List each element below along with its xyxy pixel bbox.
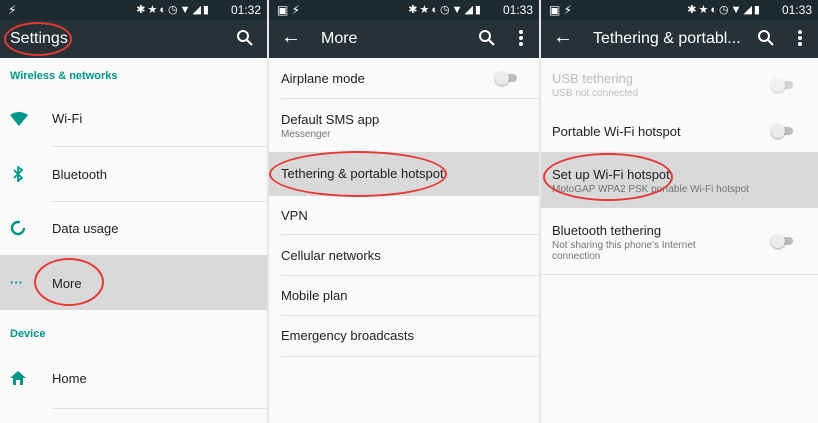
status-bar: ⚡ ✱★◐◷▼◢▮ 01:32 bbox=[0, 0, 267, 20]
back-arrow-icon[interactable]: ← bbox=[281, 26, 301, 49]
item-sublabel: Messenger bbox=[281, 129, 331, 140]
item-sublabel: MotoGAP WPA2 PSK portable Wi-Fi hotspot bbox=[552, 184, 749, 195]
page-title: Settings bbox=[10, 30, 68, 47]
toggle-thumb bbox=[771, 124, 785, 138]
app-toolbar: ← More bbox=[269, 20, 539, 58]
data-usage-icon bbox=[10, 220, 26, 236]
notification-icon: ▣ ⚡ bbox=[549, 3, 573, 17]
item-label: Emergency broadcasts bbox=[281, 328, 414, 343]
toggle-thumb bbox=[771, 234, 785, 248]
more-item-default-sms[interactable]: Default SMS app Messenger bbox=[269, 99, 539, 151]
status-clock: 01:33 bbox=[781, 3, 812, 17]
search-icon[interactable] bbox=[235, 28, 255, 48]
item-label: Cellular networks bbox=[281, 248, 381, 263]
status-icons: ✱★◐◷▼◢▮ bbox=[408, 4, 483, 16]
divider bbox=[52, 408, 267, 409]
overflow-menu-icon[interactable] bbox=[794, 26, 806, 50]
toggle-thumb bbox=[495, 71, 509, 85]
settings-item-label: Data usage bbox=[52, 221, 119, 236]
app-toolbar: ← Tethering & portabl... bbox=[541, 20, 818, 58]
item-label: Bluetooth tethering bbox=[552, 223, 662, 238]
more-item-emergency[interactable]: Emergency broadcasts bbox=[269, 316, 539, 356]
tethering-panel: ▣ ⚡ ✱★◐◷▼◢▮ 01:33 ← Tethering & portabl.… bbox=[541, 0, 818, 423]
toggle-thumb bbox=[771, 78, 785, 92]
more-item-airplane-mode[interactable]: Airplane mode bbox=[269, 58, 539, 98]
status-clock: 01:33 bbox=[502, 3, 533, 17]
section-header-device: Device bbox=[10, 328, 46, 340]
tether-item-portable-hotspot[interactable]: Portable Wi-Fi hotspot bbox=[541, 110, 818, 152]
app-toolbar: Settings bbox=[0, 20, 267, 58]
item-label: Airplane mode bbox=[281, 71, 365, 86]
more-item-tethering[interactable]: Tethering & portable hotspot bbox=[269, 152, 539, 196]
item-label: USB tethering bbox=[552, 71, 633, 86]
status-icons: ✱★◐◷▼◢▮ bbox=[136, 4, 211, 16]
tether-item-bluetooth[interactable]: Bluetooth tethering Not sharing this pho… bbox=[541, 208, 818, 274]
status-icons: ✱★◐◷▼◢▮ bbox=[687, 4, 762, 16]
settings-item-more[interactable]: ··· More bbox=[0, 255, 267, 310]
settings-item-wifi[interactable]: Wi-Fi bbox=[0, 92, 267, 146]
status-bar: ▣ ⚡ ✱★◐◷▼◢▮ 01:33 bbox=[541, 0, 818, 20]
item-label: Default SMS app bbox=[281, 112, 380, 127]
status-clock: 01:32 bbox=[230, 3, 261, 17]
settings-item-bluetooth[interactable]: Bluetooth bbox=[0, 147, 267, 201]
status-bar: ▣ ⚡ ✱★◐◷▼◢▮ 01:33 bbox=[269, 0, 539, 20]
notification-icon: ▣ ⚡ bbox=[277, 3, 301, 17]
airplane-mode-toggle[interactable] bbox=[495, 71, 519, 85]
bluetooth-icon bbox=[13, 166, 24, 182]
item-label: Tethering & portable hotspot bbox=[281, 166, 444, 181]
divider bbox=[281, 356, 539, 357]
tether-item-usb: USB tethering USB not connected bbox=[541, 58, 818, 110]
bluetooth-tethering-toggle[interactable] bbox=[771, 234, 795, 248]
home-icon bbox=[10, 371, 26, 385]
divider bbox=[541, 274, 818, 275]
search-icon[interactable] bbox=[477, 28, 497, 48]
more-item-mobile-plan[interactable]: Mobile plan bbox=[269, 276, 539, 315]
notification-icon: ⚡ bbox=[8, 3, 17, 17]
page-title: More bbox=[321, 30, 358, 47]
settings-item-label: Wi-Fi bbox=[52, 111, 83, 126]
settings-item-label: More bbox=[52, 276, 82, 291]
settings-item-label: Home bbox=[52, 371, 87, 386]
more-dots-icon: ··· bbox=[10, 275, 23, 290]
item-label: Portable Wi-Fi hotspot bbox=[552, 124, 681, 139]
more-item-cellular[interactable]: Cellular networks bbox=[269, 235, 539, 275]
item-label: Set up Wi-Fi hotspot bbox=[552, 167, 670, 182]
search-icon[interactable] bbox=[756, 28, 776, 48]
overflow-menu-icon[interactable] bbox=[515, 26, 527, 50]
portable-hotspot-toggle[interactable] bbox=[771, 124, 795, 138]
wifi-icon bbox=[10, 112, 28, 126]
item-sublabel: Not sharing this phone's Internet connec… bbox=[552, 240, 696, 262]
usb-tethering-toggle bbox=[771, 78, 795, 92]
section-header-wireless: Wireless & networks bbox=[10, 70, 118, 82]
settings-item-label: Bluetooth bbox=[52, 167, 107, 182]
item-label: Mobile plan bbox=[281, 288, 348, 303]
settings-panel: ⚡ ✱★◐◷▼◢▮ 01:32 Settings Wireless & netw… bbox=[0, 0, 267, 423]
more-item-vpn[interactable]: VPN bbox=[269, 196, 539, 234]
page-title: Tethering & portabl... bbox=[593, 30, 741, 47]
settings-item-home[interactable]: Home bbox=[0, 352, 267, 406]
tether-item-setup-hotspot[interactable]: Set up Wi-Fi hotspot MotoGAP WPA2 PSK po… bbox=[541, 152, 818, 208]
back-arrow-icon[interactable]: ← bbox=[553, 26, 573, 49]
settings-item-data-usage[interactable]: Data usage bbox=[0, 202, 267, 254]
item-label: VPN bbox=[281, 208, 308, 223]
more-panel: ▣ ⚡ ✱★◐◷▼◢▮ 01:33 ← More Airplane mode D… bbox=[269, 0, 539, 423]
item-sublabel: USB not connected bbox=[552, 88, 639, 99]
